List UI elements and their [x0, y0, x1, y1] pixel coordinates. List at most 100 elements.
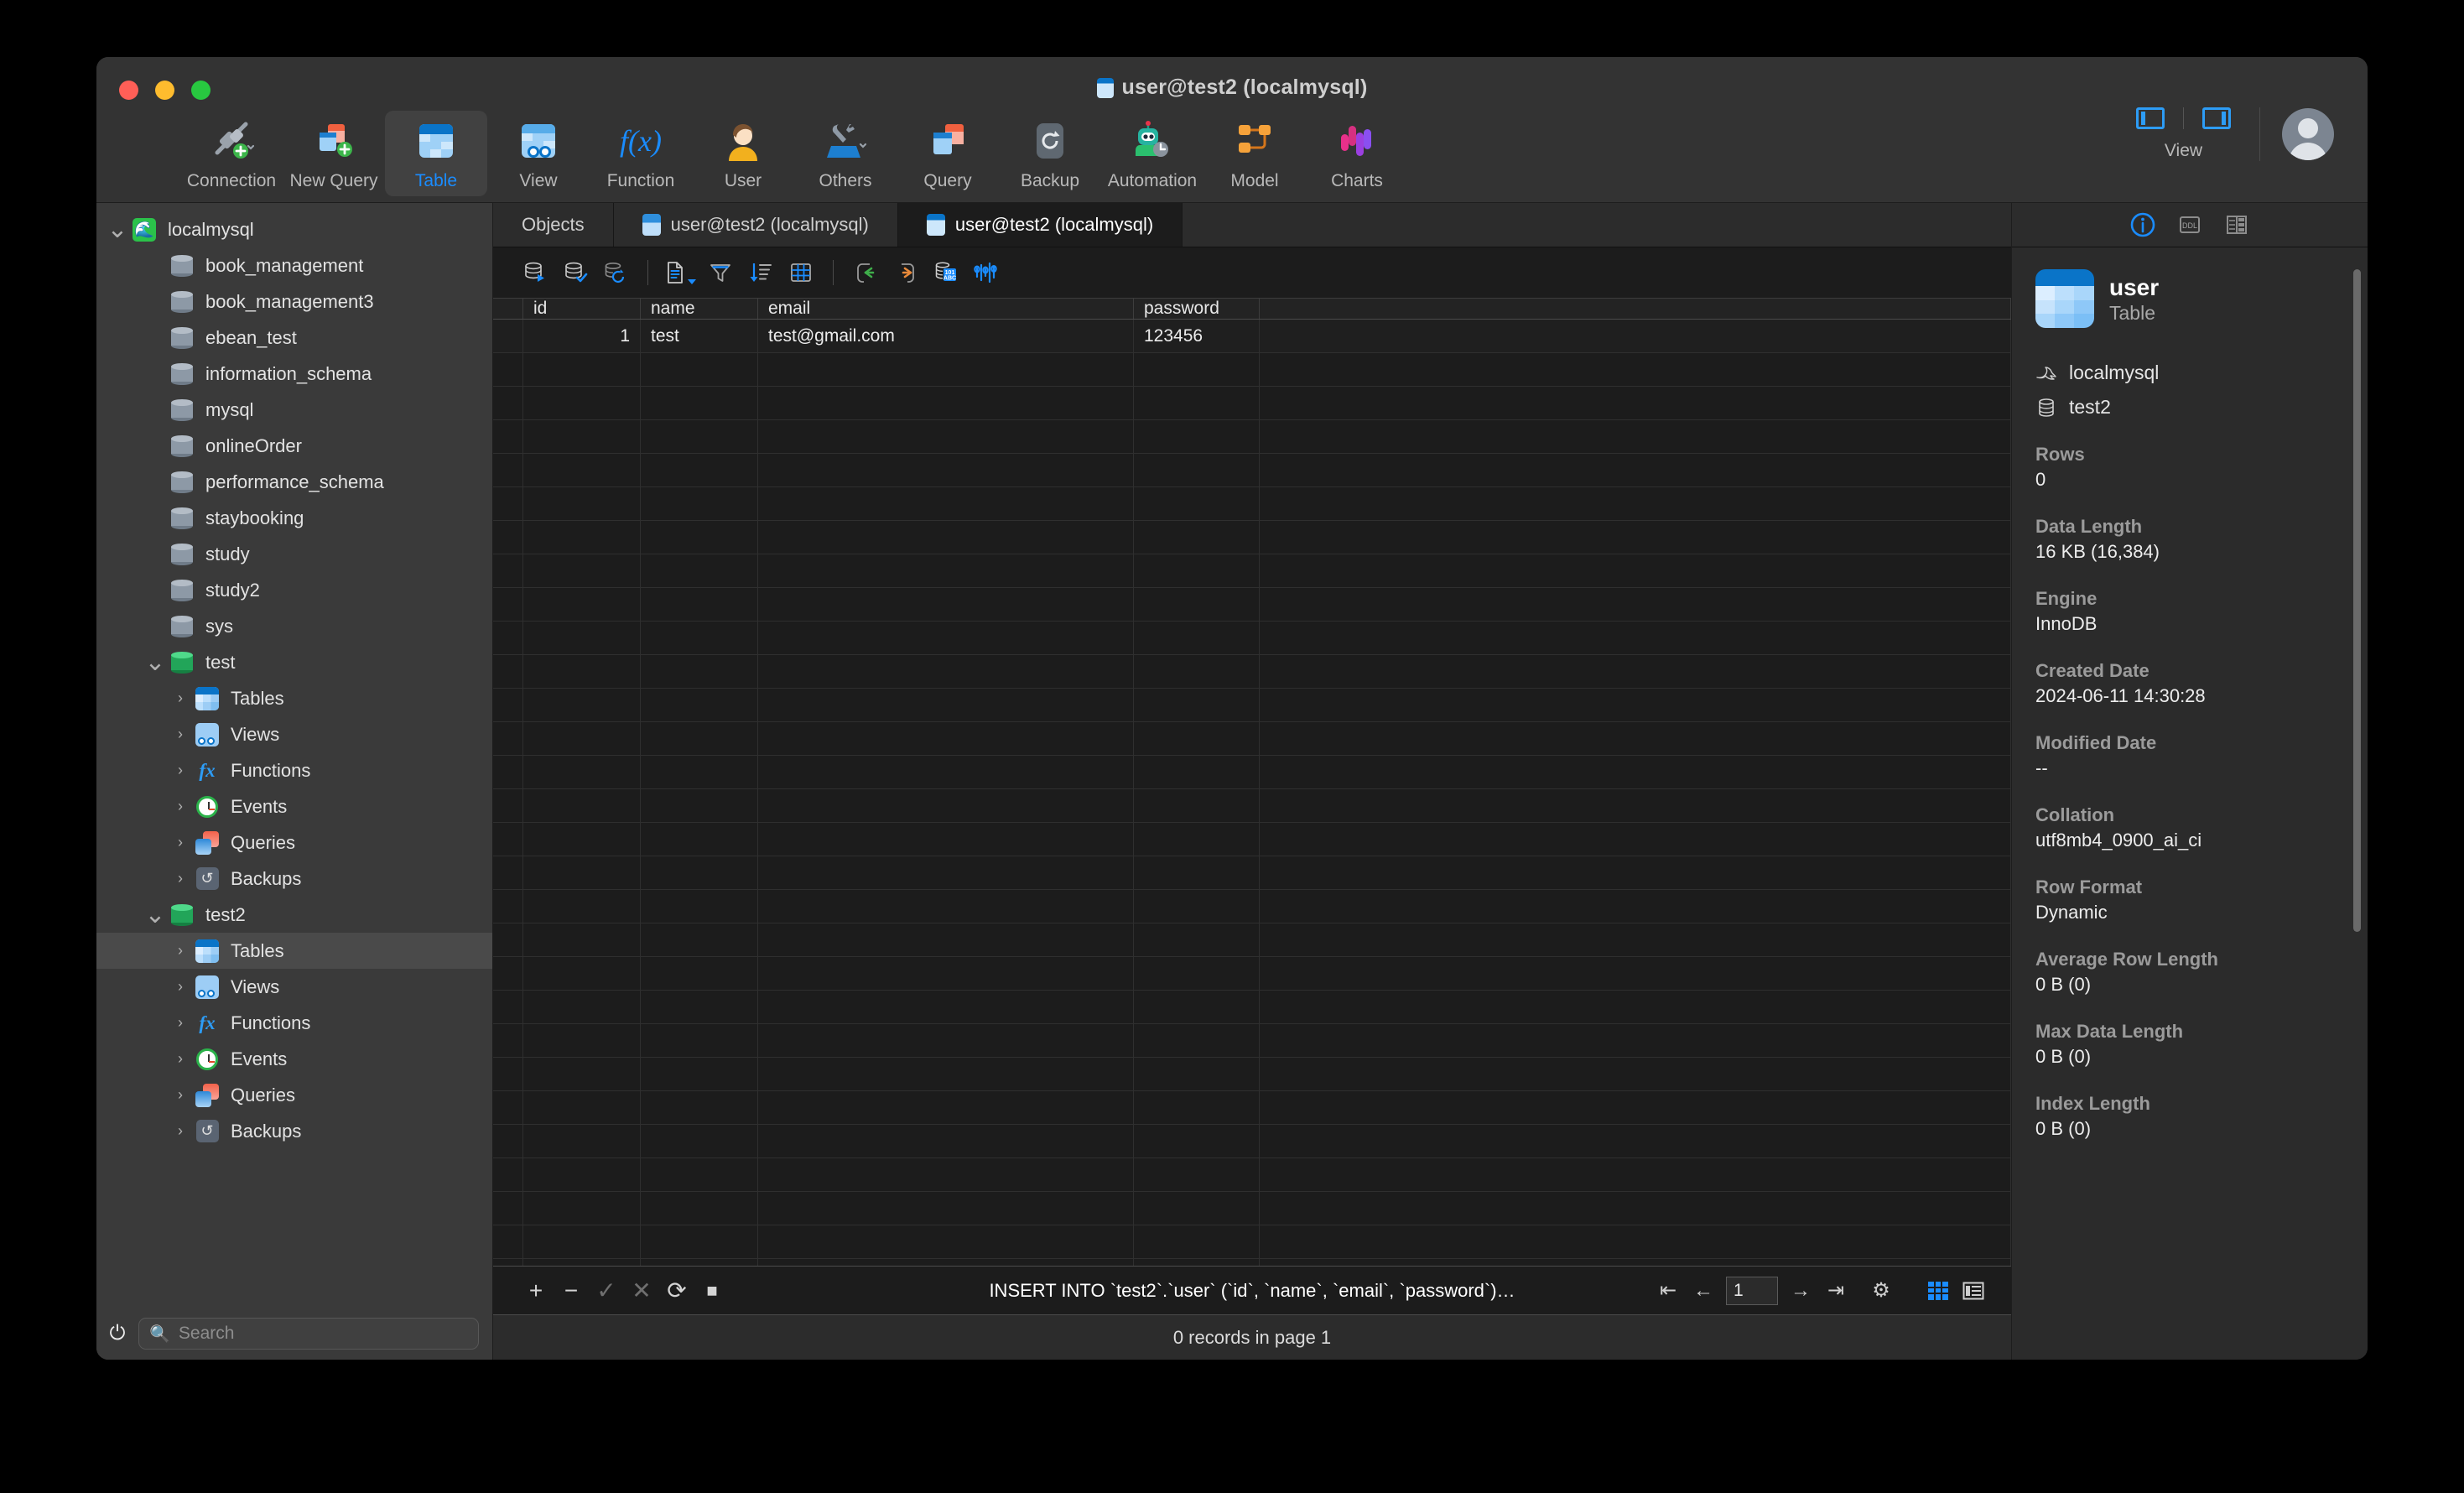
ddl-tab[interactable]: DDL	[2177, 212, 2202, 237]
chevron-right-icon[interactable]: ›	[168, 834, 193, 851]
preview-tab[interactable]	[2224, 212, 2249, 237]
grid-columns-icon[interactable]	[781, 254, 821, 291]
tree-item-functions[interactable]: › fx Functions	[96, 752, 492, 788]
tree-item-tables[interactable]: › Tables	[96, 680, 492, 716]
import-wizard-icon[interactable]	[845, 254, 886, 291]
toolbar-button-new-query[interactable]: New Query	[283, 111, 385, 196]
chart-waveform-icon[interactable]	[966, 254, 1006, 291]
page-number-input[interactable]	[1726, 1277, 1778, 1305]
tree-item-events[interactable]: › Events	[96, 1041, 492, 1077]
prev-page-icon[interactable]: ←	[1686, 1273, 1721, 1308]
sort-icon[interactable]	[741, 254, 781, 291]
data-generation-icon[interactable]: 101 ABC	[926, 254, 966, 291]
chevron-right-icon[interactable]: ›	[168, 762, 193, 779]
chevron-right-icon[interactable]: ›	[168, 1122, 193, 1140]
add-record-button[interactable]: +	[518, 1273, 554, 1308]
toolbar-button-view[interactable]: View	[487, 111, 590, 196]
tree-item-queries[interactable]: › Queries	[96, 1077, 492, 1113]
toolbar-button-model[interactable]: Model	[1203, 111, 1306, 196]
toolbar-button-user[interactable]: User	[692, 111, 794, 196]
tree-item-queries[interactable]: › Queries	[96, 825, 492, 861]
data-grid-rows[interactable]: 1testtest@gmail.com123456	[493, 320, 2011, 1360]
filter-icon[interactable]	[700, 254, 741, 291]
cancel-changes-button[interactable]: ✕	[624, 1273, 659, 1308]
tree-item-study[interactable]: study	[96, 536, 492, 572]
chevron-right-icon[interactable]: ›	[168, 978, 193, 996]
chevron-right-icon[interactable]: ›	[168, 798, 193, 815]
toolbar-button-query[interactable]: Query	[897, 111, 999, 196]
tree-item-functions[interactable]: › fx Functions	[96, 1005, 492, 1041]
object-tree[interactable]: ⌄ 🌊 localmysql book_management book_mana…	[96, 203, 492, 1308]
data-grid[interactable]: idnameemailpassword 1testtest@gmail.com1…	[493, 298, 2011, 1266]
next-page-icon[interactable]: →	[1783, 1273, 1818, 1308]
toolbar-button-connection[interactable]: Connection	[180, 111, 283, 196]
tree-item-information_schema[interactable]: information_schema	[96, 356, 492, 392]
begin-transaction-icon[interactable]	[515, 254, 555, 291]
cell-email[interactable]: test@gmail.com	[758, 320, 1134, 353]
stop-button[interactable]: ■	[694, 1273, 730, 1308]
connection-plug-icon[interactable]: ⏻	[108, 1322, 127, 1345]
export-wizard-icon[interactable]	[886, 254, 926, 291]
chevron-right-icon[interactable]: ›	[168, 942, 193, 960]
chevron-down-icon[interactable]: ⌄	[143, 648, 168, 677]
tree-item-ebean_test[interactable]: ebean_test	[96, 320, 492, 356]
toolbar-button-backup[interactable]: Backup	[999, 111, 1101, 196]
table-row[interactable]: 1testtest@gmail.com123456	[493, 320, 2011, 353]
cell-id[interactable]: 1	[523, 320, 641, 353]
info-panel-scrollbar[interactable]	[2353, 269, 2361, 932]
chevron-right-icon[interactable]: ›	[168, 1086, 193, 1104]
tree-item-mysql[interactable]: mysql	[96, 392, 492, 428]
tree-item-localmysql[interactable]: ⌄ 🌊 localmysql	[96, 211, 492, 247]
tree-item-study2[interactable]: study2	[96, 572, 492, 608]
tab-editor-1[interactable]: user@test2 (localmysql)	[614, 203, 898, 247]
chevron-right-icon[interactable]: ›	[168, 870, 193, 887]
toolbar-button-automation[interactable]: Automation	[1101, 111, 1203, 196]
cell-password[interactable]: 123456	[1134, 320, 1260, 353]
chevron-right-icon[interactable]: ›	[168, 1014, 193, 1032]
toolbar-button-charts[interactable]: Charts	[1306, 111, 1408, 196]
tree-item-book_management[interactable]: book_management	[96, 247, 492, 284]
commit-icon[interactable]	[555, 254, 595, 291]
first-page-icon[interactable]: ⇤	[1650, 1273, 1686, 1308]
column-header-name[interactable]: name	[641, 299, 758, 319]
tree-item-staybooking[interactable]: staybooking	[96, 500, 492, 536]
tree-item-events[interactable]: › Events	[96, 788, 492, 825]
toolbar-button-table[interactable]: Table	[385, 111, 487, 196]
tree-item-test2[interactable]: ⌄ test2	[96, 897, 492, 933]
cell-name[interactable]: test	[641, 320, 758, 353]
tree-item-performance_schema[interactable]: performance_schema	[96, 464, 492, 500]
info-tab[interactable]	[2130, 212, 2155, 237]
grid-view-icon[interactable]	[1921, 1273, 1956, 1308]
chevron-right-icon[interactable]: ›	[168, 726, 193, 743]
rollback-icon[interactable]	[595, 254, 636, 291]
last-page-icon[interactable]: ⇥	[1818, 1273, 1853, 1308]
grid-settings-gear-icon[interactable]: ⚙	[1864, 1273, 1899, 1308]
tab-editor-2[interactable]: user@test2 (localmysql)	[898, 203, 1183, 247]
tree-item-views[interactable]: › Views	[96, 969, 492, 1005]
form-view-icon[interactable]	[660, 254, 700, 291]
tree-item-sys[interactable]: sys	[96, 608, 492, 644]
delete-record-button[interactable]: −	[554, 1273, 589, 1308]
chevron-down-icon[interactable]: ⌄	[143, 900, 168, 929]
search-input[interactable]	[179, 1324, 468, 1344]
chevron-down-icon[interactable]: ⌄	[105, 215, 130, 244]
tree-item-onlineorder[interactable]: onlineOrder	[96, 428, 492, 464]
toggle-right-panel-icon[interactable]	[2202, 107, 2231, 129]
tree-item-backups[interactable]: › ↺ Backups	[96, 1113, 492, 1149]
form-view-toggle-icon[interactable]	[1956, 1273, 1991, 1308]
tree-item-tables[interactable]: › Tables	[96, 933, 492, 969]
toggle-left-panel-icon[interactable]	[2136, 107, 2165, 129]
avatar[interactable]	[2282, 108, 2334, 160]
refresh-button[interactable]: ⟳	[659, 1273, 694, 1308]
tree-item-views[interactable]: › Views	[96, 716, 492, 752]
toolbar-button-others[interactable]: Others	[794, 111, 897, 196]
chevron-right-icon[interactable]: ›	[168, 1050, 193, 1068]
column-header-id[interactable]: id	[523, 299, 641, 319]
tree-item-book_management3[interactable]: book_management3	[96, 284, 492, 320]
toolbar-button-function[interactable]: f(x) Function	[590, 111, 692, 196]
chevron-right-icon[interactable]: ›	[168, 689, 193, 707]
column-header-email[interactable]: email	[758, 299, 1134, 319]
column-header-password[interactable]: password	[1134, 299, 1260, 319]
tab-objects[interactable]: Objects	[493, 203, 614, 247]
tree-item-backups[interactable]: › ↺ Backups	[96, 861, 492, 897]
